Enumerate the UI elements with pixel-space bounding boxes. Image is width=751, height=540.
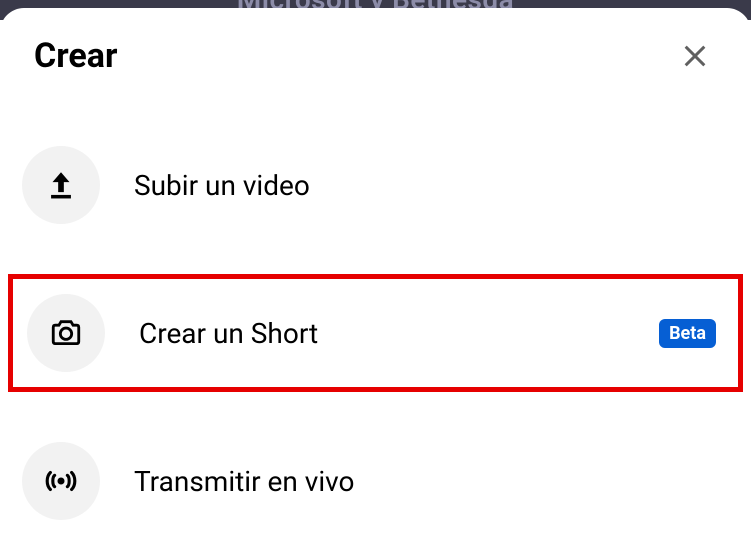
camera-icon bbox=[49, 316, 83, 350]
beta-badge: Beta bbox=[659, 319, 716, 348]
option-label: Crear un Short bbox=[139, 317, 659, 350]
icon-container bbox=[22, 146, 100, 224]
close-icon bbox=[679, 40, 711, 72]
option-upload-video[interactable]: Subir un video bbox=[0, 126, 751, 244]
create-bottom-sheet: Crear Subir un video bbox=[0, 8, 751, 510]
option-label: Subir un video bbox=[134, 169, 729, 202]
option-create-short[interactable]: Crear un Short Beta bbox=[8, 274, 743, 392]
sheet-title: Crear bbox=[34, 36, 117, 76]
close-button[interactable] bbox=[673, 34, 717, 78]
icon-container bbox=[27, 294, 105, 372]
live-icon bbox=[44, 464, 78, 498]
option-label: Transmitir en vivo bbox=[134, 465, 729, 498]
icon-container bbox=[22, 442, 100, 520]
options-list: Subir un video Crear un Short Beta bbox=[0, 86, 751, 540]
upload-icon bbox=[44, 168, 78, 202]
option-go-live[interactable]: Transmitir en vivo bbox=[0, 422, 751, 540]
sheet-header: Crear bbox=[0, 8, 751, 86]
